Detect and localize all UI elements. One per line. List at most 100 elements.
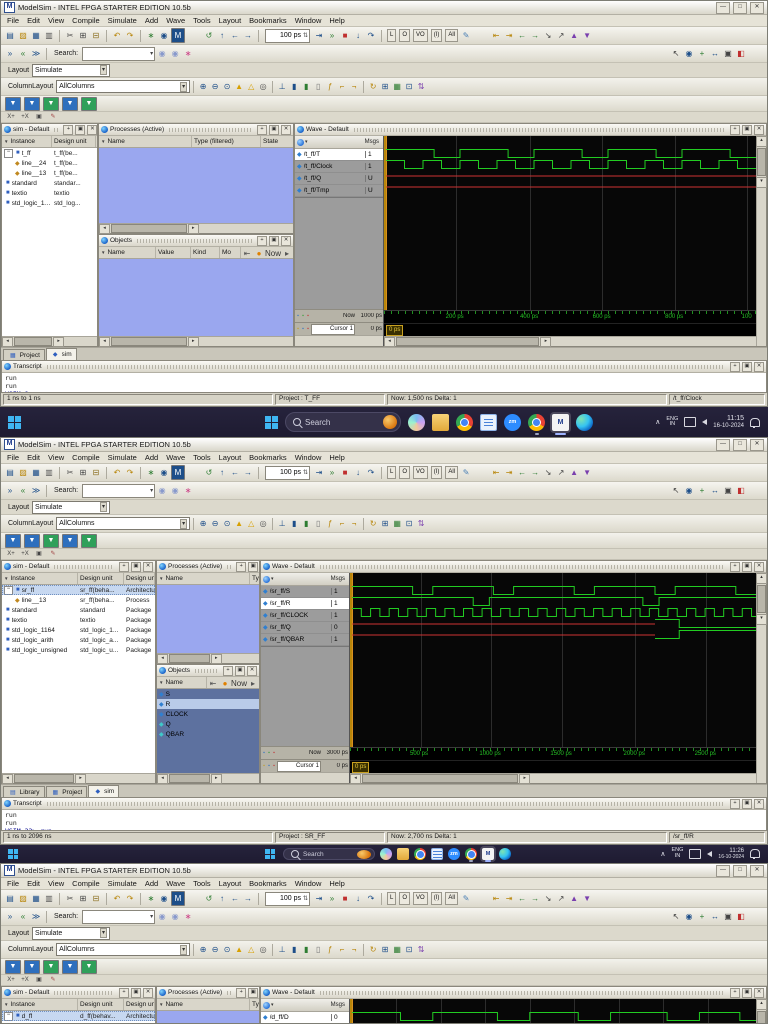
processes-column-0[interactable]: ▼ Name [157, 999, 250, 1010]
menu-file[interactable]: File [7, 16, 19, 25]
objects-expand-icon[interactable]: ▸ [281, 247, 293, 258]
file-explorer-icon[interactable] [432, 413, 449, 431]
horizontal-scrollbar[interactable]: ◂ ▸ [350, 773, 756, 784]
wave-mini-pencil-icon[interactable]: ▪ [267, 763, 271, 769]
zoom-app-icon[interactable]: zm [504, 413, 521, 431]
panel-close-button[interactable]: ✕ [281, 124, 291, 135]
find-previous-transition-icon[interactable]: ← [516, 29, 528, 42]
run-length-spinner[interactable]: ⇅ [302, 895, 309, 902]
scroll-thumb[interactable] [111, 337, 187, 346]
cursor-time-box[interactable]: 0 ps [352, 762, 370, 773]
run-length-input[interactable] [266, 469, 302, 476]
wave-signal-row[interactable]: ◆/t_ff/Q U [295, 173, 383, 185]
menu-wave[interactable]: Wave [166, 16, 185, 25]
transcript-body[interactable]: runrunVSIM 22> runVSIM 22> [2, 810, 766, 830]
notepad-icon[interactable] [480, 413, 497, 431]
export-icon[interactable]: ⇅ [415, 943, 427, 956]
search-options-icon[interactable]: ∗ [182, 910, 194, 923]
horizontal-scrollbar[interactable]: ◂ ▸ [99, 336, 293, 347]
modelsim-button-icon[interactable]: M [171, 28, 185, 43]
cursor-add-icon[interactable]: ⇤ [490, 466, 502, 479]
tree-row[interactable]: −■d_ffd_ff(behav...Architecture [2, 1011, 155, 1021]
menu-add[interactable]: Add [145, 453, 158, 462]
scroll-left-button[interactable]: ◂ [157, 653, 168, 664]
objects-item[interactable]: ◆ Q [157, 719, 259, 729]
objects-filter-dot-icon[interactable]: ● [219, 677, 231, 688]
start-button[interactable] [265, 849, 278, 859]
new-file-icon[interactable]: ▤ [4, 466, 16, 479]
previous-edge-icon[interactable]: ▲ [568, 29, 580, 42]
wave-signal-row[interactable]: ◆/t_ff/Tmp U [295, 185, 383, 197]
processes-list[interactable] [157, 585, 259, 653]
add-to-wave-icon[interactable]: » [4, 47, 16, 60]
menu-window[interactable]: Window [295, 453, 322, 462]
menu-tools[interactable]: Tools [193, 453, 211, 462]
minimize-button[interactable]: — [716, 1, 730, 14]
panel-add-button[interactable]: + [257, 235, 267, 246]
add-to-wave-icon[interactable]: » [4, 484, 16, 497]
search-input[interactable] [83, 912, 150, 921]
scroll-up-button[interactable]: ▴ [756, 999, 767, 1010]
wave-filter-blue3-icon[interactable]: ▼ [62, 533, 78, 548]
scroll-thumb[interactable] [169, 654, 210, 663]
step-icon[interactable]: ↓ [352, 892, 364, 905]
wave-mini-red-icon[interactable]: ▪ [306, 313, 310, 319]
edit-mode-icon[interactable]: ▣ [722, 484, 734, 497]
wave-mini-x-icon[interactable]: ▪ [306, 326, 310, 332]
window-titlebar[interactable]: M ModelSim - INTEL FPGA STARTER EDITION 1… [1, 438, 767, 452]
search-next-icon[interactable]: ◉ [156, 47, 168, 60]
sim-tree[interactable]: −■sr_ffsr_ff(beha...Architecture◆line__1… [2, 585, 155, 773]
panel-dock-button[interactable]: ▣ [131, 987, 141, 998]
force-button-all[interactable]: All [445, 466, 459, 479]
search-previous-icon[interactable]: ◉ [169, 47, 181, 60]
zoom-out-icon[interactable]: ⊖ [209, 80, 221, 93]
taskbar-search[interactable]: Search [285, 412, 401, 432]
search-dropdown-icon[interactable]: ▾ [149, 487, 154, 494]
display-icon[interactable] [684, 417, 697, 427]
wave-function-icon[interactable]: ƒ [324, 80, 336, 93]
wave-marker-gray-icon[interactable]: ▯ [312, 80, 324, 93]
export-icon[interactable]: ⇅ [415, 80, 427, 93]
wave-marker-gray-icon[interactable]: ▯ [312, 943, 324, 956]
force-button-o[interactable]: O [399, 466, 411, 479]
menu-edit[interactable]: Edit [27, 453, 40, 462]
pan-mode-icon[interactable]: + [696, 47, 708, 60]
force-button-l[interactable]: L [387, 892, 397, 905]
compare-icon[interactable]: ⊡ [403, 80, 415, 93]
menu-bookmarks[interactable]: Bookmarks [249, 16, 287, 25]
tree-row[interactable]: ■ textio textio [2, 188, 97, 198]
tree-expander[interactable]: − [4, 1011, 13, 1021]
zoom-in-on-active-cursor-icon[interactable]: ▲ [233, 517, 245, 530]
search-dropdown-icon[interactable]: ▾ [149, 50, 154, 57]
stretch-edge-icon[interactable]: ↔ [709, 910, 721, 923]
tab-project[interactable]: ▦ Project [3, 349, 45, 360]
forward-icon[interactable]: → [242, 466, 254, 479]
collapse-columns-icon[interactable]: X+ [5, 976, 17, 985]
select-mode-icon[interactable]: ↖ [670, 910, 682, 923]
windows-logo-left[interactable] [8, 849, 21, 859]
run-length-input[interactable] [266, 895, 302, 902]
wave-canvas[interactable] [384, 136, 756, 310]
wave-signal-row[interactable]: ◆/sr_ff/QBAR 1 [261, 634, 349, 646]
wave-edge-high-icon[interactable]: ¬ [348, 80, 360, 93]
objects-column-0[interactable]: ▼ Name [157, 677, 207, 688]
panel-add-button[interactable]: + [236, 987, 247, 998]
panel-add-button[interactable]: + [730, 361, 740, 372]
panel-add-button[interactable]: + [257, 124, 267, 135]
pan-mode-icon[interactable]: + [696, 910, 708, 923]
reload-icon[interactable]: ↻ [367, 943, 379, 956]
wave-canvas[interactable] [350, 573, 756, 747]
sim-column-0[interactable]: ▼ Instance [2, 999, 78, 1010]
zoom-others-icon[interactable]: ◎ [257, 943, 269, 956]
menu-wave[interactable]: Wave [166, 453, 185, 462]
reload-icon[interactable]: ↻ [367, 80, 379, 93]
tab-library[interactable]: ▤ Library [3, 786, 45, 797]
wave-mini-x-icon[interactable]: ▪ [272, 763, 276, 769]
tree-row[interactable]: ■ std_logic_arith std_logic_a... Package [2, 635, 155, 645]
run-length-spinner[interactable]: ⇅ [302, 469, 309, 476]
wave-group-icon[interactable] [263, 575, 270, 583]
redo-icon[interactable]: ↷ [124, 29, 136, 42]
sim-tree[interactable]: − ■ t_ff t_ff(be... ◆ line__24 t_ff(be... ◆ line… [2, 148, 97, 336]
force-button-all[interactable]: All [445, 29, 459, 42]
wave-function-icon[interactable]: ƒ [324, 943, 336, 956]
